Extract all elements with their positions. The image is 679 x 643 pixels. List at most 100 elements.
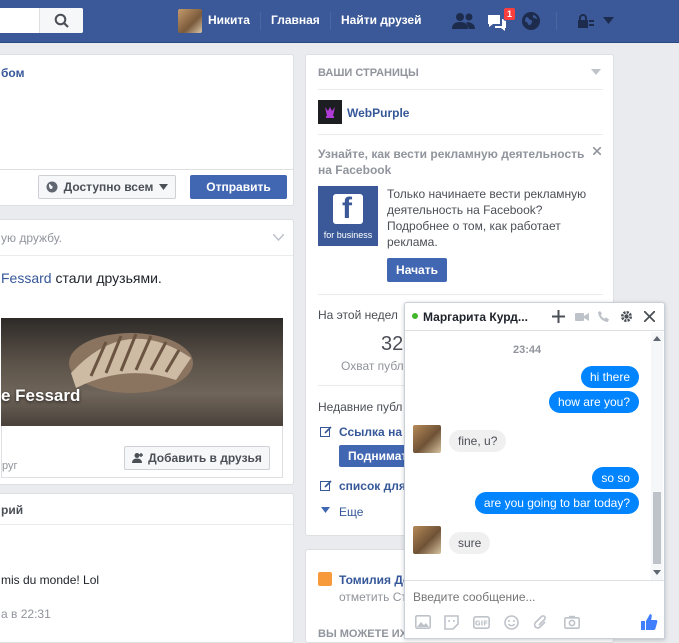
account-menu-caret-icon[interactable] <box>603 17 614 24</box>
close-icon[interactable] <box>644 311 655 322</box>
contact-avatar[interactable] <box>413 425 441 453</box>
divider <box>318 134 603 135</box>
see-more-link[interactable]: Еще <box>339 505 363 519</box>
recent-post-link-1[interactable]: Ссылка на <box>339 425 402 439</box>
chevron-down-icon[interactable] <box>273 234 284 241</box>
you-can-header: ВЫ МОЖЕТЕ ИХ <box>318 628 407 640</box>
nav-divider <box>260 12 261 30</box>
week-value: 32 <box>381 333 404 355</box>
webpurple-logo[interactable] <box>318 100 342 124</box>
story-text-rest: стали друзьями. <box>51 270 162 286</box>
chat-window: Маргарита Курд... 23:44 hi there how are… <box>404 302 665 639</box>
seashell-photo <box>69 333 193 393</box>
friend-name-link[interactable]: Fessard <box>1 270 52 286</box>
add-people-icon[interactable] <box>552 310 565 323</box>
emoji-icon[interactable] <box>504 615 519 630</box>
add-friend-icon <box>132 453 144 463</box>
privacy-lock-icon[interactable] <box>577 14 595 28</box>
message-bubble-outgoing: so so <box>592 467 639 489</box>
message-bubble-outgoing: how are you? <box>548 391 639 413</box>
friend-subtext: руг <box>2 460 18 472</box>
chat-header[interactable]: Маргарита Курд... <box>405 303 664 331</box>
promo-text: Только начинаете вести рекламную деятель… <box>387 187 587 249</box>
scroll-down-arrow-icon[interactable] <box>653 570 661 575</box>
flag-icon <box>318 572 332 586</box>
scroll-up-arrow-icon[interactable] <box>653 336 661 341</box>
week-label: На этой недел <box>318 308 398 322</box>
gear-icon[interactable] <box>620 310 633 323</box>
post-text: mis du monde! Lol <box>1 573 100 587</box>
user-avatar[interactable] <box>178 9 202 33</box>
like-thumb-icon[interactable] <box>640 613 658 631</box>
message-bubble-outgoing: hi there <box>580 366 639 388</box>
search-box[interactable] <box>0 8 83 33</box>
friend-requests-icon[interactable] <box>452 11 476 31</box>
notifications-globe-icon[interactable] <box>521 11 541 31</box>
message-input[interactable] <box>413 588 653 606</box>
gif-icon[interactable]: GIF <box>473 616 490 629</box>
pages-header: ВАШИ СТРАНИЦЫ <box>318 67 419 79</box>
contact-avatar[interactable] <box>413 526 441 554</box>
facebook-for-business-logo: f for business <box>318 186 378 246</box>
home-link[interactable]: Главная <box>271 13 320 27</box>
edit-icon <box>320 480 332 491</box>
facebook-f-icon: f <box>333 192 363 225</box>
add-friend-button[interactable]: Добавить в друзья <box>124 446 270 470</box>
start-button[interactable]: Начать <box>387 258 447 282</box>
chevron-down-icon <box>159 184 169 190</box>
post-card: рий mis du monde! Lol а в 22:31 <box>0 493 294 643</box>
video-call-icon[interactable] <box>575 312 589 322</box>
chevron-down-icon[interactable] <box>591 69 601 75</box>
message-bubble-outgoing: are you going to bar today? <box>474 492 639 514</box>
top-navigation-bar: Никита Главная Найти друзей 1 <box>0 0 679 43</box>
scrollbar-thumb[interactable] <box>653 492 661 564</box>
logo-caption: for business <box>323 230 373 240</box>
chat-messages-area: 23:44 hi there how are you? fine, u? so … <box>405 332 664 580</box>
close-icon[interactable] <box>593 147 601 155</box>
message-bubble-incoming: fine, u? <box>449 430 507 452</box>
page-suggestion-title[interactable]: Томилия Де <box>339 573 410 587</box>
add-friend-label: Добавить в друзья <box>148 451 262 465</box>
webpurple-logo-icon <box>325 107 335 118</box>
globe-icon <box>46 181 58 193</box>
submit-post-button[interactable]: Отправить <box>190 175 287 199</box>
divider <box>405 580 664 581</box>
attachment-icon[interactable] <box>533 615 548 630</box>
chat-scrollbar[interactable] <box>651 332 663 580</box>
friendship-story: ую дружбу. Fessard стали друзьями. e Fes… <box>0 219 294 485</box>
audience-selector[interactable]: Доступно всем <box>38 175 176 199</box>
online-indicator <box>412 313 418 319</box>
friend-card-footer: руг Добавить в друзья <box>1 426 283 478</box>
voice-call-icon[interactable] <box>598 311 609 322</box>
chat-contact-name[interactable]: Маргарита Курд... <box>423 310 528 324</box>
post-composer: бом Доступно всем Отправить <box>0 54 294 206</box>
post-header: рий <box>1 503 24 517</box>
photo-name-overlay[interactable]: e Fessard <box>1 386 80 406</box>
chevron-down-icon <box>321 507 330 513</box>
search-icon <box>54 13 69 28</box>
sticker-icon[interactable] <box>444 615 459 630</box>
divider <box>318 89 603 90</box>
week-caption: Охват публ <box>341 359 404 373</box>
promo-title: Узнайте, как вести рекламную деятельност… <box>318 147 585 177</box>
recent-posts-label: Недавние публ <box>318 400 403 414</box>
page-name-link[interactable]: WebPurple <box>347 106 409 120</box>
nav-divider <box>556 12 557 30</box>
recent-post-link-2[interactable]: список для <box>339 479 406 493</box>
camera-icon[interactable] <box>564 615 580 629</box>
story-text: Fessard стали друзьями. <box>1 270 162 286</box>
story-header: ую дружбу. <box>1 231 62 245</box>
find-friends-link[interactable]: Найти друзей <box>341 13 421 27</box>
divider <box>0 255 293 256</box>
search-button[interactable] <box>39 8 83 33</box>
chat-toolbar: GIF <box>405 610 664 638</box>
message-bubble-incoming: sure <box>449 532 491 554</box>
chat-time-divider: 23:44 <box>513 344 542 356</box>
cover-photo[interactable]: e Fessard <box>1 318 283 426</box>
profile-link[interactable]: Никита <box>208 13 250 27</box>
divider <box>318 294 603 295</box>
post-time[interactable]: а в 22:31 <box>1 607 51 621</box>
composer-header[interactable]: бом <box>1 66 24 80</box>
photo-icon[interactable] <box>415 615 431 629</box>
edit-icon <box>320 426 332 437</box>
